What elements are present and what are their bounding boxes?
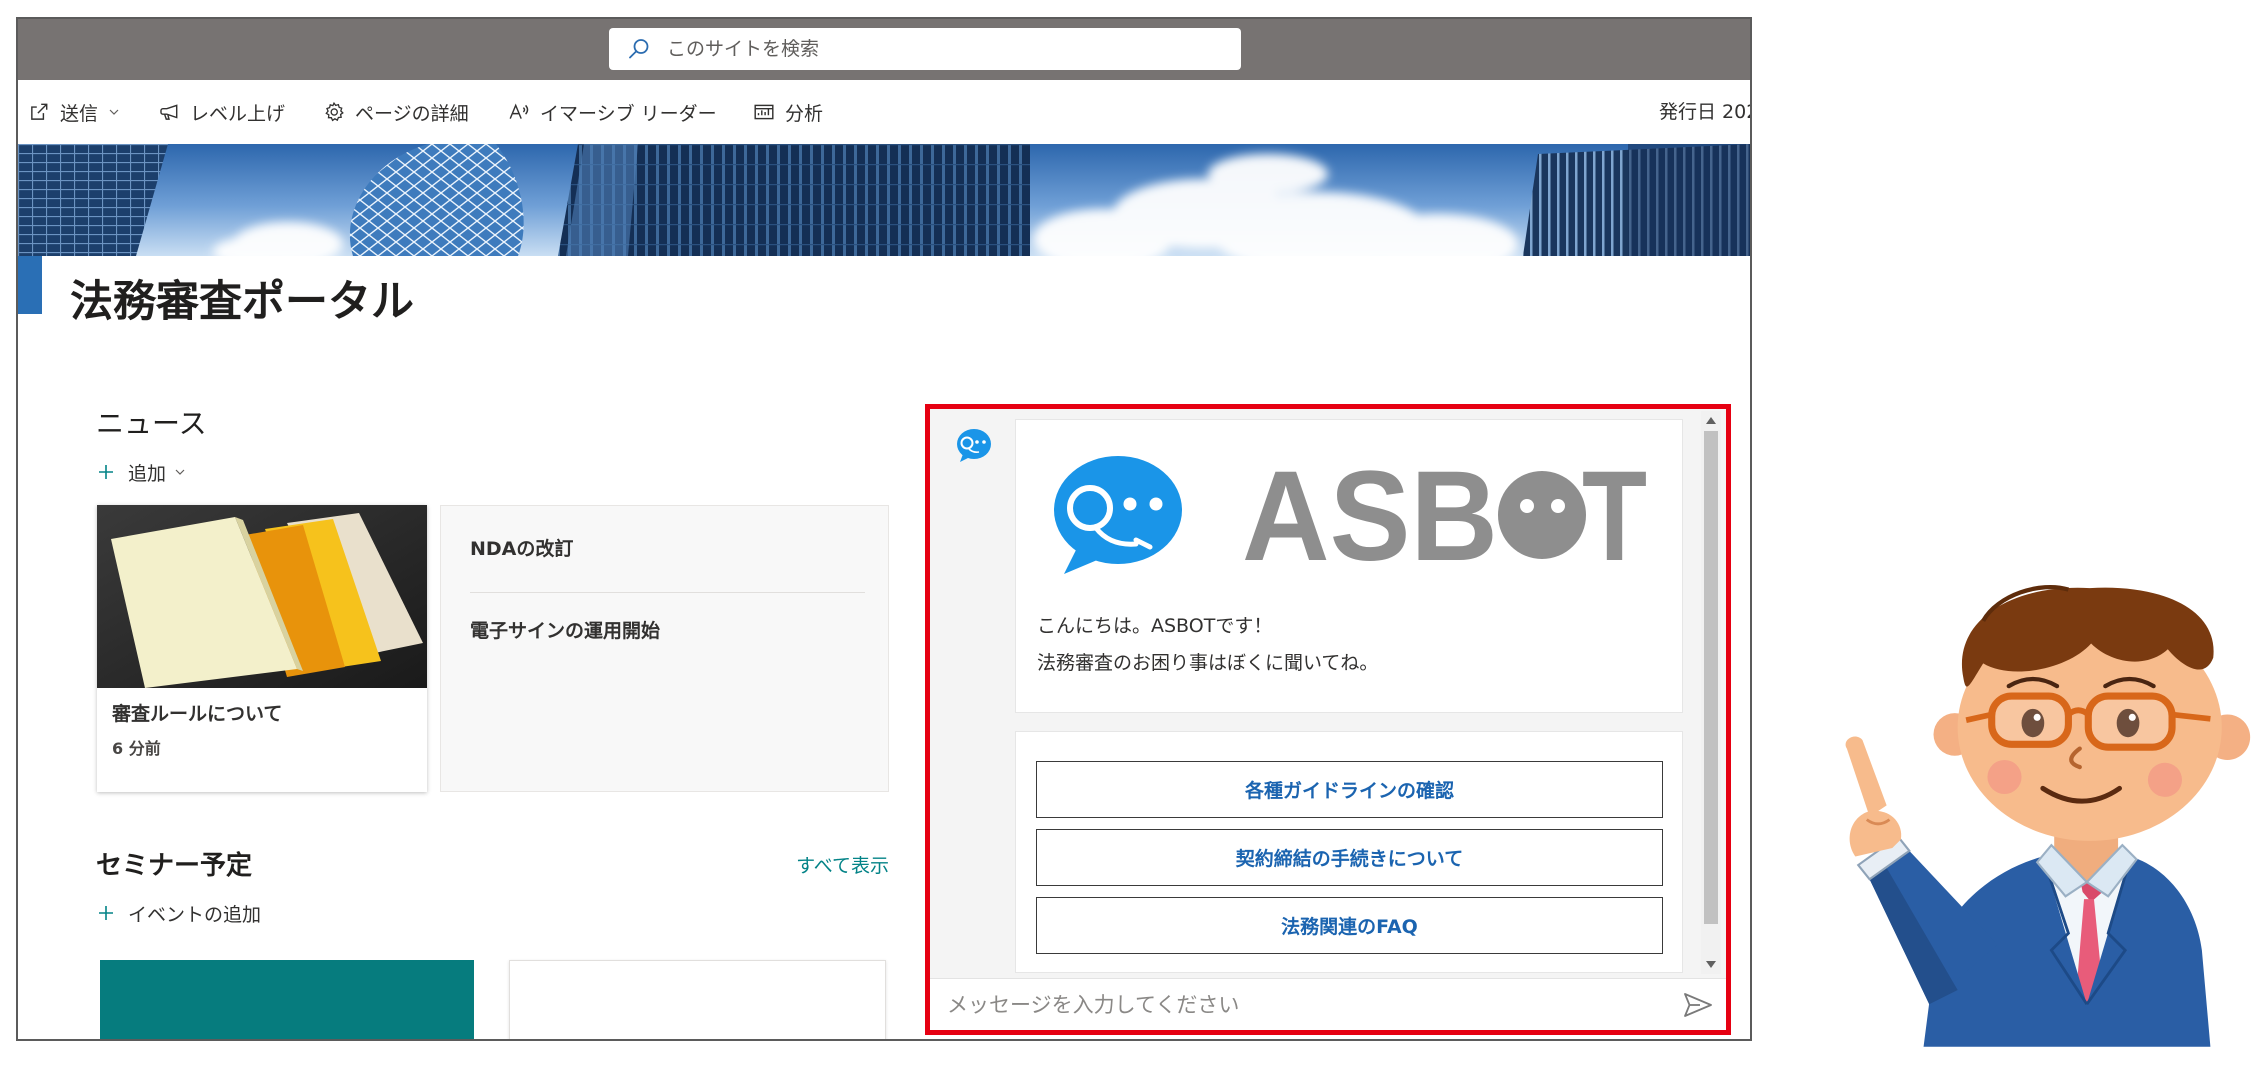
megaphone-icon <box>160 104 178 120</box>
share-icon <box>31 103 48 120</box>
chevron-down-icon <box>109 109 119 115</box>
send-label: 送信 <box>60 102 99 125</box>
promote-button[interactable]: レベル上げ <box>158 80 285 144</box>
add-event-button[interactable]: イベントの追加 <box>97 901 262 926</box>
quick-reply-card: 各種ガイドラインの確認 契約締結の手続きについて 法務関連のFAQ <box>1015 731 1683 973</box>
asbot-wordmark-logo: ASB T <box>1242 468 1647 561</box>
news-card-title[interactable]: 審査ルールについて <box>112 702 282 726</box>
greeting-line: 法務審査のお困り事はぼくに聞いてね。 <box>1037 652 1379 674</box>
events-heading: セミナー予定 <box>96 851 253 881</box>
option-button-legal-faq[interactable]: 法務関連のFAQ <box>1036 897 1663 954</box>
header-banner-image <box>18 144 1750 256</box>
bot-avatar-icon <box>957 429 991 462</box>
pointing-businessman-illustration <box>1845 584 2251 1047</box>
news-item[interactable]: NDAの改訂 <box>470 537 573 561</box>
greeting-line: こんにちは。ASBOTです！ <box>1037 615 1273 637</box>
news-card-time: 6 分前 <box>112 739 161 758</box>
news-heading: ニュース <box>96 407 207 440</box>
option-button-guidelines[interactable]: 各種ガイドラインの確認 <box>1036 761 1663 818</box>
message-input[interactable] <box>947 979 1647 1031</box>
chevron-down-icon <box>175 469 185 475</box>
add-news-label: 追加 <box>128 462 167 485</box>
news-card[interactable]: 審査ルールについて 6 分前 <box>97 505 427 792</box>
logo-letters-asb: ASB <box>1242 468 1498 561</box>
page-details-label: ページの詳細 <box>355 102 469 125</box>
search-icon <box>629 39 649 59</box>
plus-icon <box>99 465 113 479</box>
chatbot-panel-highlighted: ASB T こんにちは。ASBOTです！ 法務審査のお困り事はぼくに聞いてね。 … <box>925 404 1731 1035</box>
news-thumbnail-notebooks <box>97 505 427 688</box>
event-card[interactable] <box>100 960 474 1039</box>
gear-icon <box>325 101 344 122</box>
page-details-button[interactable]: ページの詳細 <box>323 80 469 144</box>
add-news-button[interactable]: 追加 <box>97 460 186 485</box>
site-search-box[interactable] <box>609 28 1241 70</box>
logo-letter-t: T <box>1582 468 1647 561</box>
send-button[interactable]: 送信 <box>28 80 120 144</box>
banner-accent-strip <box>18 256 42 314</box>
plus-icon <box>99 906 113 920</box>
analytics-label: 分析 <box>785 102 824 125</box>
event-card[interactable] <box>509 960 886 1039</box>
news-item[interactable]: 電子サインの運用開始 <box>470 619 660 643</box>
analytics-icon <box>754 104 774 120</box>
scrollbar-thumb[interactable] <box>1704 431 1718 924</box>
news-divider <box>470 592 865 593</box>
suite-top-bar <box>18 19 1750 80</box>
chat-scrollbar[interactable] <box>1701 411 1721 974</box>
search-input[interactable] <box>667 28 1227 70</box>
add-event-label: イベントの追加 <box>128 903 262 926</box>
asbot-bubble-logo-icon <box>1054 456 1182 574</box>
immersive-reader-button[interactable]: イマーシブ リーダー <box>508 80 717 144</box>
published-date: 発行日 202 <box>1659 101 1752 123</box>
immersive-reader-label: イマーシブ リーダー <box>540 102 717 125</box>
option-button-contract-procedure[interactable]: 契約締結の手続きについて <box>1036 829 1663 886</box>
command-bar: 送信 レベル上げ ページの詳細 イマーシブ リーダー 分析 発行日 202 <box>18 80 1752 144</box>
bot-welcome-message: ASB T こんにちは。ASBOTです！ 法務審査のお困り事はぼくに聞いてね。 <box>1015 419 1683 713</box>
logo-face-o <box>1498 471 1586 559</box>
page-title: 法務審査ポータル <box>70 277 414 327</box>
immersive-reader-icon <box>509 103 529 119</box>
analytics-button[interactable]: 分析 <box>753 80 823 144</box>
news-list: NDAの改訂 電子サインの運用開始 <box>440 505 889 792</box>
scroll-up-arrow-icon[interactable] <box>1705 415 1717 425</box>
message-input-bar <box>930 978 1726 1031</box>
sharepoint-page-frame: 送信 レベル上げ ページの詳細 イマーシブ リーダー <box>16 17 1752 1041</box>
scroll-down-arrow-icon[interactable] <box>1705 960 1717 970</box>
see-all-link[interactable]: すべて表示 <box>789 854 889 878</box>
send-icon[interactable] <box>1682 989 1714 1021</box>
promote-label: レベル上げ <box>190 102 286 125</box>
